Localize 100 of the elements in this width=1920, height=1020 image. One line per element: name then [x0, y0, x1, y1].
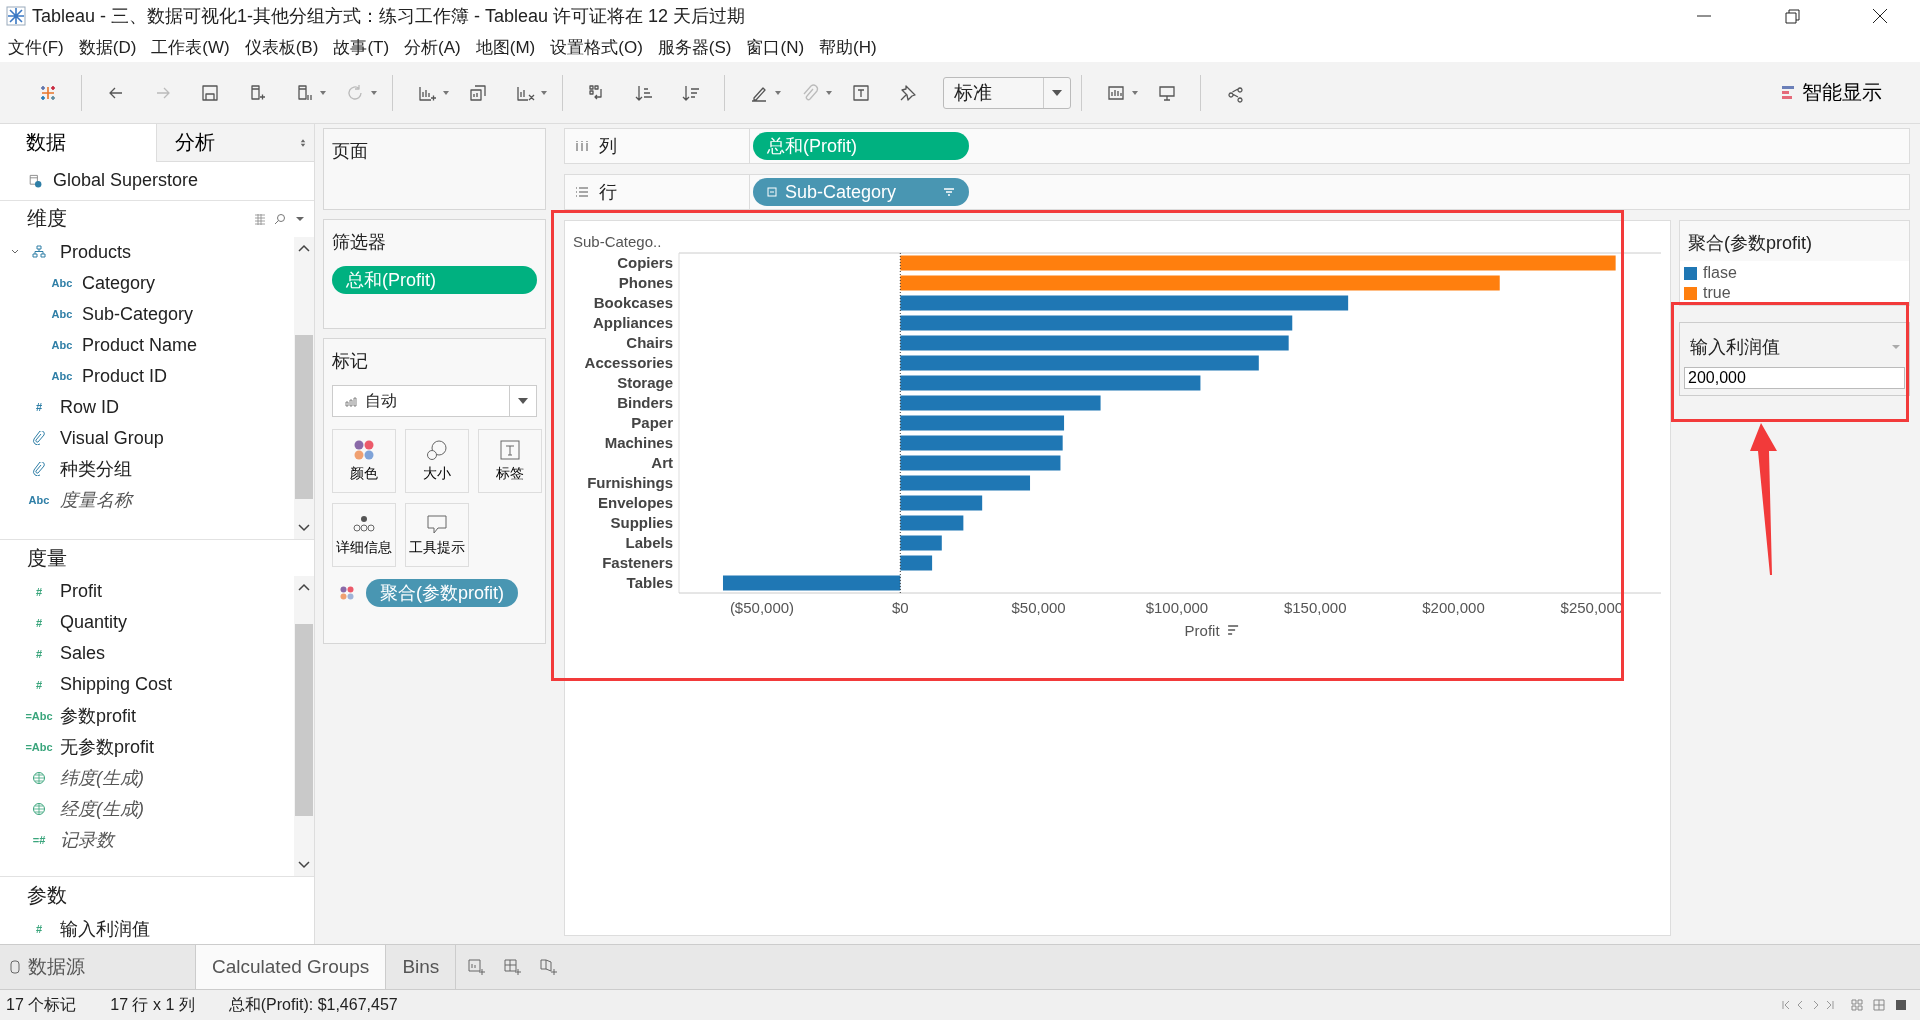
chart-copy-icon[interactable]: [468, 82, 488, 103]
field-name[interactable]: Profit: [56, 581, 102, 603]
category-label: Fasteners: [602, 554, 673, 571]
type-glyph: =Abc: [25, 740, 53, 753]
bar[interactable]: [900, 395, 1101, 411]
field-name[interactable]: Sub-Category: [78, 303, 194, 325]
type-glyph: #: [35, 647, 43, 660]
sort-icon[interactable]: [1227, 625, 1239, 635]
bar[interactable]: [900, 495, 983, 511]
scroll-up-icon[interactable]: [297, 582, 311, 593]
mark-property-button[interactable]: 大小: [405, 429, 469, 493]
scrollbar-thumb[interactable]: [295, 624, 313, 816]
save-icon[interactable]: [200, 82, 220, 103]
field-name[interactable]: 种类分组: [56, 457, 132, 482]
menu-item[interactable]: 服务器(S): [657, 35, 732, 59]
bar[interactable]: [900, 515, 964, 531]
new-dashboard-icon[interactable]: [502, 957, 523, 977]
field-name[interactable]: Product ID: [78, 365, 168, 387]
scroll-down-icon[interactable]: [297, 523, 311, 534]
mark-property-button[interactable]: 颜色: [332, 429, 396, 493]
list-view-icon[interactable]: [254, 212, 266, 225]
menu-item[interactable]: 故事(T): [333, 35, 390, 59]
bar[interactable]: [900, 455, 1061, 471]
bar[interactable]: [723, 575, 901, 591]
pane-tab[interactable]: 分析: [156, 124, 314, 162]
mark-property-button[interactable]: 详细信息: [332, 503, 396, 567]
field-name[interactable]: Quantity: [56, 612, 128, 634]
field-name[interactable]: Category: [78, 272, 156, 294]
show-me-button[interactable]: 智能显示: [1778, 77, 1886, 108]
mark-property-button[interactable]: 标签: [478, 429, 542, 493]
field-name[interactable]: 参数profit: [56, 703, 137, 728]
updown-icon[interactable]: [300, 138, 306, 148]
bar[interactable]: [900, 375, 1201, 391]
search-icon[interactable]: [274, 212, 286, 225]
menu-item[interactable]: 仪表板(B): [244, 35, 319, 59]
caret-icon[interactable]: [442, 89, 450, 96]
parameter-input[interactable]: 200,000: [1684, 367, 1905, 389]
type-glyph: Abc: [51, 277, 73, 290]
menu-item[interactable]: 设置格式(O): [550, 35, 643, 59]
window-title: Tableau - 三、数据可视化1-其他分组方式：练习工作簿 - Tableau 许可证将在 12 天后过期: [32, 5, 746, 28]
sheet-tab[interactable]: Calculated Groups: [196, 945, 387, 989]
new-worksheet-icon[interactable]: [466, 957, 487, 977]
caret-icon[interactable]: [1131, 89, 1139, 96]
collapse-icon[interactable]: [767, 187, 777, 197]
bar[interactable]: [900, 535, 942, 551]
caret-icon[interactable]: [825, 89, 833, 96]
field-name[interactable]: Sales: [56, 643, 106, 665]
field-name[interactable]: 记录数: [56, 827, 114, 852]
caret-icon[interactable]: [517, 397, 529, 405]
bar[interactable]: [900, 295, 1349, 311]
bar[interactable]: [900, 315, 1293, 331]
field-name[interactable]: 无参数profit: [56, 734, 155, 759]
menu-item[interactable]: 地图(M): [475, 35, 536, 59]
field-name[interactable]: 纬度(生成): [56, 765, 144, 790]
category-label: Paper: [631, 414, 673, 431]
scroll-down-icon[interactable]: [297, 860, 311, 870]
category-label: Storage: [617, 374, 673, 391]
field-name[interactable]: Row ID: [56, 396, 119, 418]
type-glyph: #: [35, 585, 43, 598]
datasource-icon: [27, 172, 43, 189]
bar[interactable]: [900, 435, 1063, 451]
caret-icon[interactable]: [540, 89, 548, 96]
menu-item[interactable]: 窗口(N): [746, 35, 805, 59]
caret-icon[interactable]: [370, 89, 378, 96]
field-name[interactable]: 经度(生成): [56, 796, 144, 821]
legend-label[interactable]: true: [1703, 284, 1731, 302]
datasource-name[interactable]: Global Superstore: [53, 170, 199, 192]
bar[interactable]: [900, 415, 1065, 431]
field-name[interactable]: Visual Group: [56, 427, 164, 449]
text-label-icon[interactable]: [851, 82, 871, 103]
field-name[interactable]: 度量名称: [56, 488, 132, 513]
view-mode-dropdown[interactable]: 标准: [943, 76, 1071, 109]
bar[interactable]: [900, 335, 1289, 351]
caret-icon[interactable]: [774, 89, 782, 96]
card-title: 页面: [332, 140, 369, 163]
bar[interactable]: [900, 355, 1259, 371]
field-name[interactable]: Shipping Cost: [56, 674, 173, 696]
menu-item[interactable]: 帮助(H): [819, 35, 877, 59]
caret-icon[interactable]: [319, 89, 327, 96]
menu-item[interactable]: 文件(F): [8, 35, 64, 59]
type-glyph: #: [35, 616, 43, 629]
field-name[interactable]: Product Name: [78, 334, 198, 356]
restore-icon[interactable]: [1782, 6, 1802, 26]
type-glyph: =Abc: [25, 709, 53, 722]
category-label: Binders: [617, 394, 673, 411]
mark-property-button[interactable]: 工具提示: [405, 503, 469, 567]
field-name[interactable]: 输入利润值: [56, 916, 150, 941]
scrollbar-thumb[interactable]: [295, 334, 313, 500]
menu-item[interactable]: 工作表(W): [151, 35, 230, 59]
scroll-up-icon[interactable]: [297, 242, 311, 253]
bar[interactable]: [900, 475, 1031, 491]
menu-item[interactable]: 分析(A): [404, 35, 461, 59]
menu-item[interactable]: 数据(D): [78, 35, 137, 59]
field-name[interactable]: Products: [56, 241, 132, 263]
legend-label[interactable]: flase: [1703, 264, 1737, 282]
new-story-icon[interactable]: [538, 957, 559, 977]
bar[interactable]: [900, 555, 933, 571]
mark-type-dropdown[interactable]: 自动: [332, 385, 537, 417]
close-icon[interactable]: [1870, 6, 1890, 26]
caret-icon[interactable]: [1051, 88, 1063, 97]
